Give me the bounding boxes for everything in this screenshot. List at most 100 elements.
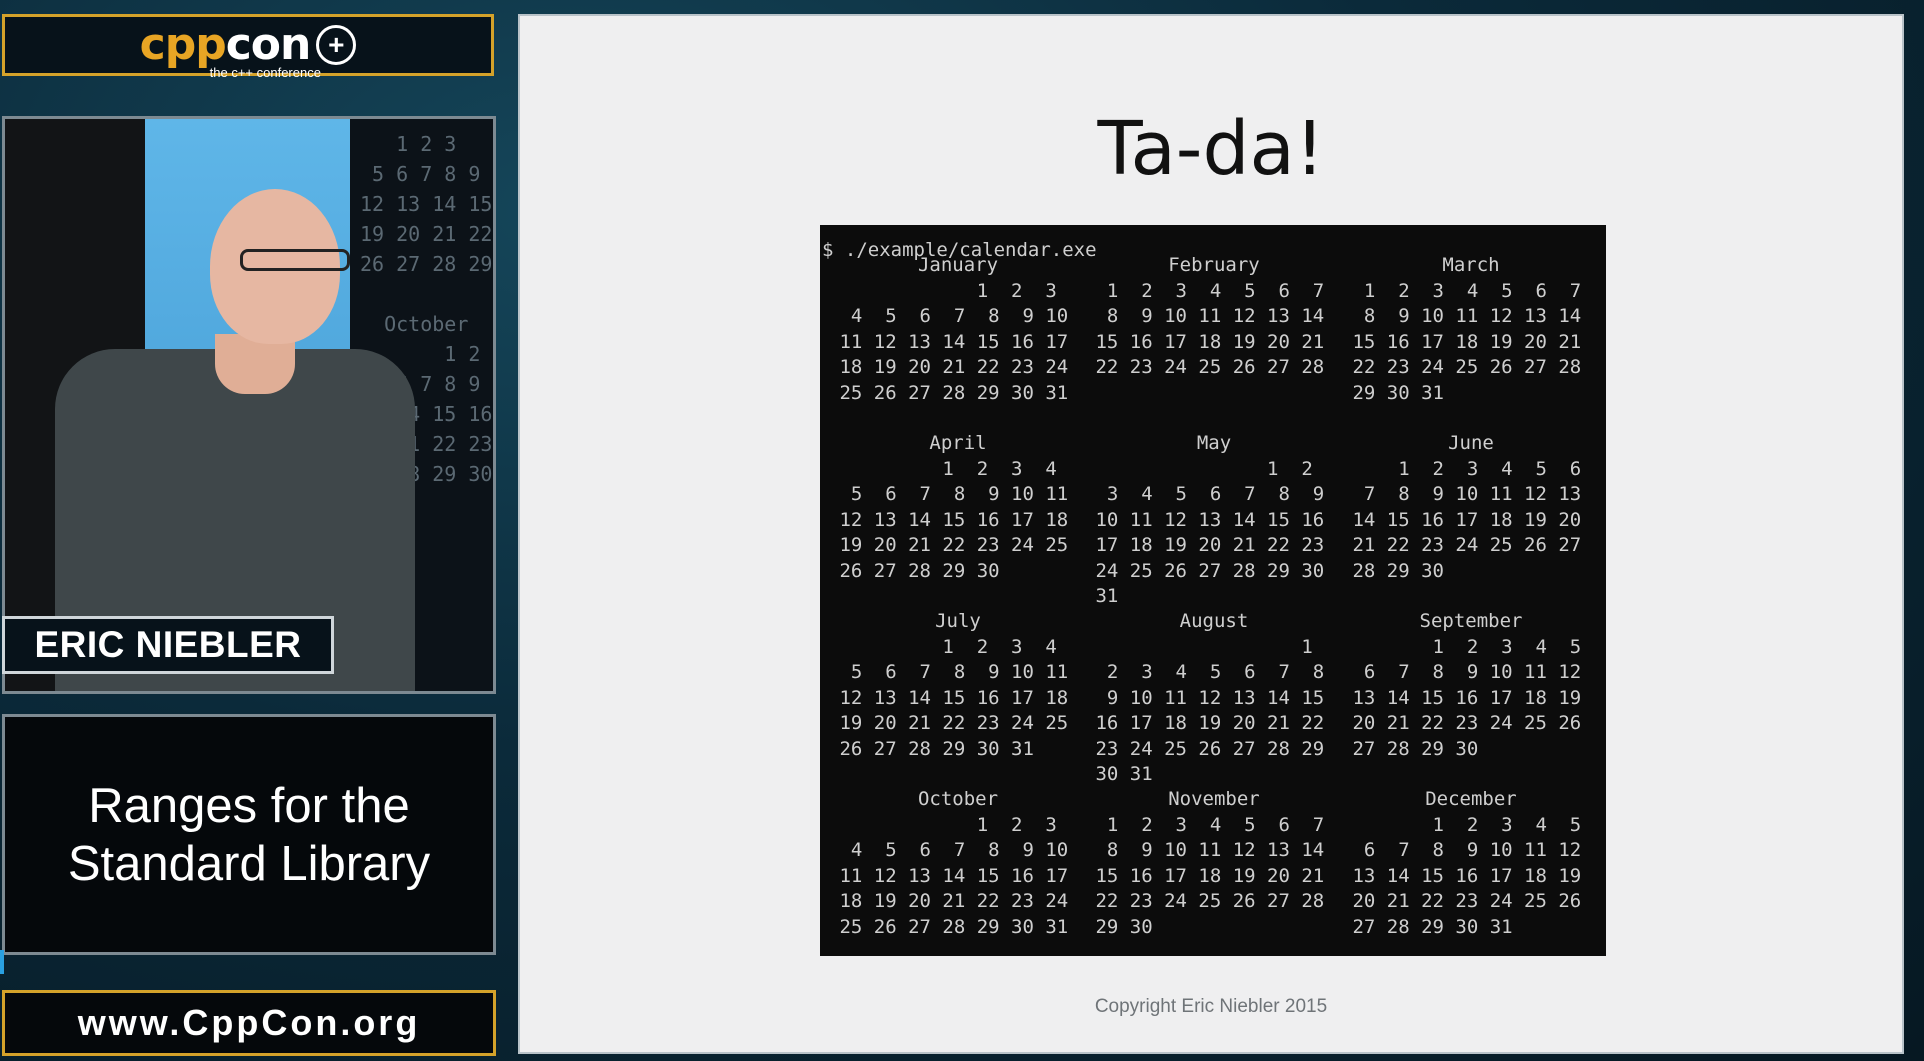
week-row: 6 7 8 9 10 11 12 [1341, 839, 1582, 861]
week-row: 11 12 13 14 15 16 17 [828, 330, 1069, 353]
week-row: 16 17 18 19 20 21 22 [1084, 712, 1325, 734]
week-row: 14 15 16 17 18 19 20 [1341, 508, 1582, 531]
month-july: July 1 2 3 4 5 6 7 8 9 10 11 12 13 14 15… [828, 609, 1088, 762]
week-row: 18 19 20 21 22 23 24 [828, 890, 1069, 912]
talk-title: Ranges for the Standard Library [68, 777, 430, 893]
week-row: 15 16 17 18 19 20 21 [1341, 330, 1582, 353]
terminal-window: $ ./example/calendar.exe January 1 2 3 4… [820, 225, 1606, 956]
website-box: www.CppCon.org [2, 990, 496, 1056]
week-row: 11 12 13 14 15 16 17 [828, 864, 1069, 887]
talk-title-box: Ranges for the Standard Library [2, 714, 496, 955]
month-september: September 1 2 3 4 5 6 7 8 9 10 11 12 13 … [1341, 609, 1601, 762]
week-row: 1 2 3 4 5 6 7 [1084, 813, 1325, 836]
month-april: April 1 2 3 4 5 6 7 8 9 10 11 12 13 14 1… [828, 431, 1088, 584]
week-row: 8 9 10 11 12 13 14 [1084, 305, 1325, 327]
logo-cpp: cpp [139, 19, 227, 70]
month-name: April [929, 432, 987, 454]
week-row: 1 2 3 4 5 [1341, 635, 1582, 658]
week-row: 3 4 5 6 7 8 9 [1084, 483, 1325, 505]
month-name: May [1196, 432, 1232, 454]
week-row: 10 11 12 13 14 15 16 [1084, 508, 1325, 531]
month-august: August 1 2 3 4 5 6 7 8 9 10 11 12 13 14 … [1084, 609, 1344, 788]
plus-icon: + [316, 25, 357, 65]
speaker-glasses [240, 249, 350, 271]
month-march: March 1 2 3 4 5 6 7 8 9 10 11 12 13 14 1… [1341, 253, 1601, 406]
week-row: 6 7 8 9 10 11 12 [1341, 661, 1582, 683]
week-row: 5 6 7 8 9 10 11 [828, 483, 1069, 505]
month-january: January 1 2 3 4 5 6 7 8 9 10 11 12 13 14… [828, 253, 1088, 406]
logo-wordmark: cpp con + the c++ conference [139, 19, 357, 80]
week-row: 5 6 7 8 9 10 11 [828, 661, 1069, 683]
week-row: 1 [1084, 635, 1313, 658]
speaker-name: ERIC NIEBLER [34, 624, 302, 665]
week-row: 1 2 3 [828, 279, 1057, 302]
month-name: September [1419, 610, 1523, 632]
week-row: 1 2 3 4 [828, 457, 1057, 480]
week-row: 1 2 3 4 5 6 [1341, 457, 1582, 480]
month-june: June 1 2 3 4 5 6 7 8 9 10 11 12 13 14 15… [1341, 431, 1601, 584]
month-name: January [917, 254, 999, 276]
week-row: 27 28 29 30 31 [1341, 915, 1513, 938]
week-row: 12 13 14 15 16 17 18 [828, 508, 1069, 531]
cppcon-logo: cpp con + the c++ conference [2, 14, 494, 80]
edge-accent [0, 950, 4, 974]
week-row: 20 21 22 23 24 25 26 [1341, 890, 1582, 912]
speaker-name-plate: ERIC NIEBLER [2, 616, 334, 674]
week-row: 2 3 4 5 6 7 8 [1084, 661, 1325, 683]
week-row: 18 19 20 21 22 23 24 [828, 356, 1069, 378]
week-row: 26 27 28 29 30 31 [828, 737, 1034, 760]
week-row: 21 22 23 24 25 26 27 [1341, 534, 1582, 556]
week-row: 20 21 22 23 24 25 26 [1341, 712, 1582, 734]
week-row: 4 5 6 7 8 9 10 [828, 839, 1069, 861]
week-row: 29 30 31 [1341, 381, 1444, 404]
week-row: 19 20 21 22 23 24 25 [828, 534, 1069, 556]
slide-title: Ta-da! [1097, 106, 1325, 192]
week-row: 13 14 15 16 17 18 19 [1341, 864, 1582, 887]
week-row: 12 13 14 15 16 17 18 [828, 686, 1069, 709]
month-name: February [1168, 254, 1260, 276]
week-row: 29 30 [1084, 915, 1153, 938]
speaker-video: 1 2 3 5 6 7 8 9 12 13 14 15 16 19 20 21 … [2, 116, 496, 694]
week-row: 30 31 [1084, 763, 1153, 785]
month-name: June [1448, 432, 1494, 454]
month-may: May 1 2 3 4 5 6 7 8 9 10 11 12 13 14 15 … [1084, 431, 1344, 610]
week-row: 8 9 10 11 12 13 14 [1084, 839, 1325, 861]
month-october: October 1 2 3 4 5 6 7 8 9 10 11 12 13 14… [828, 787, 1088, 940]
month-december: December 1 2 3 4 5 6 7 8 9 10 11 12 13 1… [1341, 787, 1601, 940]
talk-title-line1: Ranges for the [88, 778, 410, 833]
month-name: October [917, 788, 999, 810]
week-row: 8 9 10 11 12 13 14 [1341, 305, 1582, 327]
week-row: 31 [1084, 585, 1119, 607]
logo-tagline: the c++ conference [209, 65, 321, 80]
week-row: 28 29 30 [1341, 559, 1444, 582]
week-row: 1 2 3 4 [828, 635, 1057, 658]
month-name: August [1179, 610, 1249, 632]
week-row: 1 2 [1084, 457, 1313, 480]
month-name: December [1425, 788, 1517, 810]
talk-title-line2: Standard Library [67, 836, 431, 891]
week-row: 26 27 28 29 30 [828, 559, 1000, 582]
week-row: 17 18 19 20 21 22 23 [1084, 534, 1325, 556]
week-row: 22 23 24 25 26 27 28 [1084, 356, 1325, 378]
week-row: 15 16 17 18 19 20 21 [1084, 864, 1325, 887]
week-row: 1 2 3 4 5 6 7 [1084, 279, 1325, 302]
week-row: 1 2 3 [828, 813, 1057, 836]
week-row: 9 10 11 12 13 14 15 [1084, 686, 1325, 709]
logo-con: con [225, 19, 312, 70]
week-row: 22 23 24 25 26 27 28 [1084, 890, 1325, 912]
presentation-slide: Ta-da! $ ./example/calendar.exe January … [518, 14, 1904, 1054]
website-url: www.CppCon.org [77, 1002, 421, 1043]
week-row: 1 2 3 4 5 6 7 [1341, 279, 1582, 302]
slide-copyright: Copyright Eric Niebler 2015 [1094, 996, 1328, 1017]
week-row: 27 28 29 30 [1341, 737, 1479, 760]
week-row: 23 24 25 26 27 28 29 [1084, 737, 1325, 760]
week-row: 19 20 21 22 23 24 25 [828, 712, 1069, 734]
month-name: November [1168, 788, 1260, 810]
sidebar: cpp con + the c++ conference 1 2 3 5 6 7… [0, 0, 500, 1061]
month-name: July [935, 610, 981, 632]
week-row: 22 23 24 25 26 27 28 [1341, 356, 1582, 378]
week-row: 4 5 6 7 8 9 10 [828, 305, 1069, 327]
week-row: 24 25 26 27 28 29 30 [1084, 559, 1325, 582]
month-february: February 1 2 3 4 5 6 7 8 9 10 11 12 13 1… [1084, 253, 1344, 381]
month-november: November 1 2 3 4 5 6 7 8 9 10 11 12 13 1… [1084, 787, 1344, 940]
